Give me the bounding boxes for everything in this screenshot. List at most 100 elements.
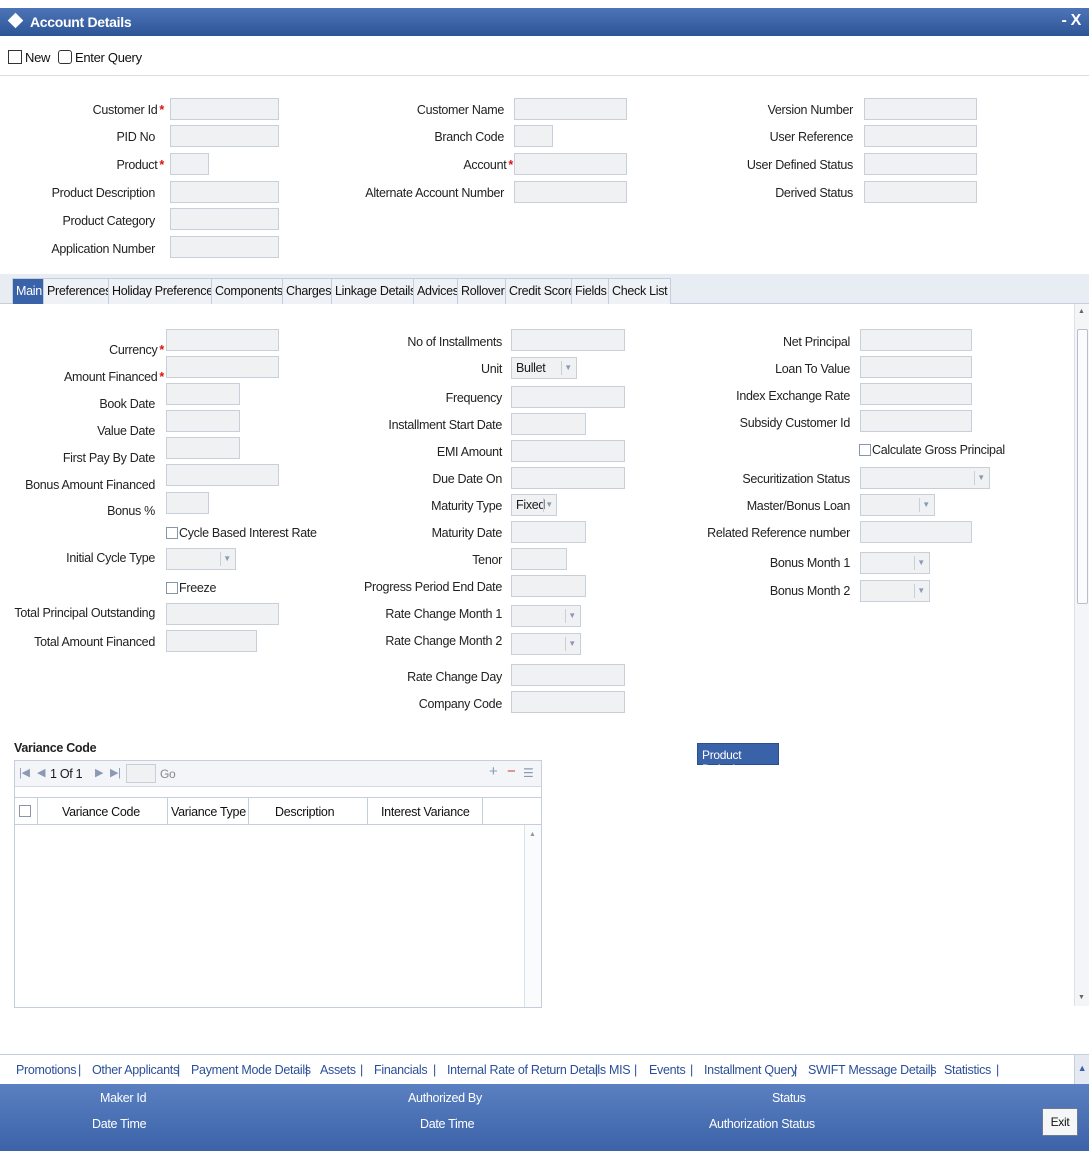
link-other-applicants[interactable]: Other Applicants	[92, 1063, 179, 1077]
application-number-field[interactable]	[170, 236, 279, 258]
tab-main[interactable]: Main	[12, 278, 46, 304]
tab-fields[interactable]: Fields	[571, 278, 611, 304]
subsidy-customer-id-field[interactable]	[860, 410, 972, 432]
book-date-field[interactable]	[166, 383, 240, 405]
new-button[interactable]: New	[8, 50, 50, 65]
prev-page-icon[interactable]: ◀	[37, 766, 45, 779]
tab-advices[interactable]: Advices	[413, 278, 463, 304]
currency-field[interactable]	[166, 329, 279, 351]
link-statistics[interactable]: Statistics	[944, 1063, 991, 1077]
pid-no-field[interactable]	[170, 125, 279, 147]
bonus-pct-field[interactable]	[166, 492, 209, 514]
tab-preferences[interactable]: Preferences	[43, 278, 116, 304]
link-internal-rate-of-return-details[interactable]: Internal Rate of Return Details	[447, 1063, 606, 1077]
vertical-scrollbar[interactable]: ▲ ▼	[1074, 304, 1089, 1006]
version-number-field[interactable]	[864, 98, 977, 120]
calculate-gross-principal-checkbox[interactable]	[859, 444, 871, 456]
branch-code-field[interactable]	[514, 125, 553, 147]
no-of-installments-field[interactable]	[511, 329, 625, 351]
due-date-on-field[interactable]	[511, 467, 625, 489]
amount-financed-field[interactable]	[166, 356, 279, 378]
exit-button[interactable]: Exit	[1042, 1108, 1078, 1136]
scroll-up-icon[interactable]: ▲	[1078, 308, 1085, 315]
next-page-icon[interactable]: ▶	[95, 766, 103, 779]
progress-period-end-date-field[interactable]	[511, 575, 586, 597]
emi-amount-field[interactable]	[511, 440, 625, 462]
tenor-field[interactable]	[511, 548, 567, 570]
links-scroll-up-icon[interactable]: ▲	[1074, 1055, 1089, 1084]
scrollbar-thumb[interactable]	[1077, 329, 1088, 604]
go-button[interactable]: Go	[160, 767, 176, 781]
value-date-field[interactable]	[166, 410, 240, 432]
link-swift-message-details[interactable]: SWIFT Message Details	[808, 1063, 937, 1077]
link-payment-mode-details[interactable]: Payment Mode Details	[191, 1063, 311, 1077]
total-principal-outstanding-field[interactable]	[166, 603, 279, 625]
product-default-button[interactable]: Product Default	[697, 743, 779, 776]
installment-start-date-label: Installment Start Date	[388, 418, 502, 432]
link-installment-query[interactable]: Installment Query	[704, 1063, 797, 1077]
link-financials[interactable]: Financials	[374, 1063, 428, 1077]
tab-credit-score[interactable]: Credit Score	[505, 278, 579, 304]
select-all-checkbox[interactable]	[19, 805, 31, 817]
enter-query-button[interactable]: Enter Query	[58, 50, 142, 65]
alternate-account-number-field[interactable]	[514, 181, 627, 203]
link-assets[interactable]: Assets	[320, 1063, 356, 1077]
link-promotions[interactable]: Promotions	[16, 1063, 77, 1077]
link-events[interactable]: Events	[649, 1063, 686, 1077]
tab-linkage-details[interactable]: Linkage Details	[331, 278, 420, 304]
window-controls[interactable]: - X	[1061, 12, 1081, 30]
frequency-field[interactable]	[511, 386, 625, 408]
maturity-type-select[interactable]: Fixed ▼	[511, 494, 557, 516]
cycle-based-interest-rate-checkbox[interactable]	[166, 527, 178, 539]
bonus-month-2-select[interactable]: ▼	[860, 580, 930, 602]
grid-scrollbar[interactable]: ▲	[524, 825, 541, 1007]
column-header-variance-type[interactable]: Variance Type	[171, 805, 246, 819]
view-row-icon[interactable]: ☰	[523, 766, 534, 780]
tab-check-list[interactable]: Check List	[608, 278, 672, 304]
last-page-icon[interactable]: ▶|	[110, 766, 121, 779]
page-number-input[interactable]	[126, 764, 156, 783]
rate-change-day-field[interactable]	[511, 664, 625, 686]
securitization-status-select[interactable]: ▼	[860, 467, 990, 489]
bonus-amount-financed-field[interactable]	[166, 464, 279, 486]
tab-components[interactable]: Components	[211, 278, 287, 304]
related-reference-number-field[interactable]	[860, 521, 972, 543]
unit-select[interactable]: Bullet ▼	[511, 357, 577, 379]
scroll-down-icon[interactable]: ▼	[1078, 994, 1085, 1001]
freeze-checkbox[interactable]	[166, 582, 178, 594]
bonus-month-1-select[interactable]: ▼	[860, 552, 930, 574]
product-description-field[interactable]	[170, 181, 279, 203]
add-row-icon[interactable]: +	[489, 763, 498, 780]
user-reference-field[interactable]	[864, 125, 977, 147]
loan-to-value-field[interactable]	[860, 356, 972, 378]
maturity-date-field[interactable]	[511, 521, 586, 543]
link-mis[interactable]: MIS	[609, 1063, 631, 1077]
column-header-variance-code[interactable]: Variance Code	[62, 805, 140, 819]
first-page-icon[interactable]: |◀	[19, 766, 30, 779]
account-field[interactable]	[514, 153, 627, 175]
initial-cycle-type-select[interactable]: ▼	[166, 548, 236, 570]
first-pay-by-date-field[interactable]	[166, 437, 240, 459]
tab-holiday-preferences[interactable]: Holiday Preferences	[108, 278, 223, 304]
total-amount-financed-field[interactable]	[166, 630, 257, 652]
tab-rollover[interactable]: Rollover	[457, 278, 509, 304]
grid-scroll-up-icon[interactable]: ▲	[529, 831, 536, 838]
customer-name-field[interactable]	[514, 98, 627, 120]
installment-start-date-field[interactable]	[511, 413, 586, 435]
column-header-interest-variance[interactable]: Interest Variance	[381, 805, 470, 819]
rate-change-month-2-select[interactable]: ▼	[511, 633, 581, 655]
customer-id-field[interactable]	[170, 98, 279, 120]
column-header-description[interactable]: Description	[275, 805, 335, 819]
rate-change-month-1-select[interactable]: ▼	[511, 605, 581, 627]
user-defined-status-field[interactable]	[864, 153, 977, 175]
delete-row-icon[interactable]: −	[507, 763, 516, 780]
derived-status-field[interactable]	[864, 181, 977, 203]
index-exchange-rate-field[interactable]	[860, 383, 972, 405]
master-bonus-loan-select[interactable]: ▼	[860, 494, 935, 516]
tab-charges[interactable]: Charges	[282, 278, 336, 304]
product-category-field[interactable]	[170, 208, 279, 230]
net-principal-field[interactable]	[860, 329, 972, 351]
company-code-field[interactable]	[511, 691, 625, 713]
chevron-down-icon: ▼	[914, 556, 927, 570]
product-field[interactable]	[170, 153, 209, 175]
